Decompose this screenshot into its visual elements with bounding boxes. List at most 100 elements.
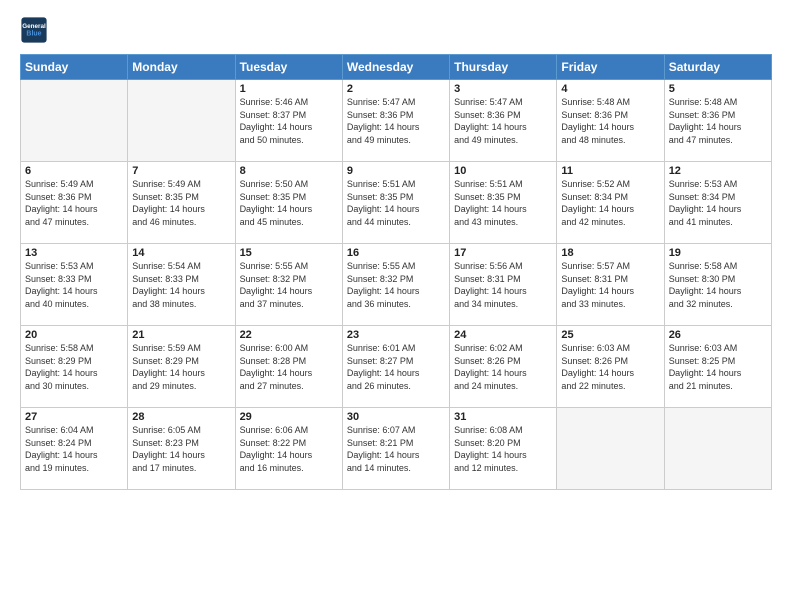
day-info: Sunrise: 5:51 AM Sunset: 8:35 PM Dayligh… (454, 178, 552, 228)
calendar-cell: 23Sunrise: 6:01 AM Sunset: 8:27 PM Dayli… (342, 326, 449, 408)
day-info: Sunrise: 6:06 AM Sunset: 8:22 PM Dayligh… (240, 424, 338, 474)
logo: General Blue (20, 16, 52, 44)
svg-text:Blue: Blue (26, 31, 41, 38)
calendar-cell (557, 408, 664, 490)
calendar-cell: 3Sunrise: 5:47 AM Sunset: 8:36 PM Daylig… (450, 80, 557, 162)
day-info: Sunrise: 6:03 AM Sunset: 8:26 PM Dayligh… (561, 342, 659, 392)
day-number: 12 (669, 165, 767, 177)
calendar-cell: 28Sunrise: 6:05 AM Sunset: 8:23 PM Dayli… (128, 408, 235, 490)
day-number: 16 (347, 247, 445, 259)
day-number: 5 (669, 83, 767, 95)
day-info: Sunrise: 5:58 AM Sunset: 8:29 PM Dayligh… (25, 342, 123, 392)
day-number: 23 (347, 329, 445, 341)
calendar-cell: 21Sunrise: 5:59 AM Sunset: 8:29 PM Dayli… (128, 326, 235, 408)
day-info: Sunrise: 5:52 AM Sunset: 8:34 PM Dayligh… (561, 178, 659, 228)
day-info: Sunrise: 6:05 AM Sunset: 8:23 PM Dayligh… (132, 424, 230, 474)
day-info: Sunrise: 5:51 AM Sunset: 8:35 PM Dayligh… (347, 178, 445, 228)
logo-icon: General Blue (20, 16, 48, 44)
day-info: Sunrise: 5:57 AM Sunset: 8:31 PM Dayligh… (561, 260, 659, 310)
day-info: Sunrise: 6:08 AM Sunset: 8:20 PM Dayligh… (454, 424, 552, 474)
calendar-cell (21, 80, 128, 162)
calendar-cell: 27Sunrise: 6:04 AM Sunset: 8:24 PM Dayli… (21, 408, 128, 490)
calendar-week-row: 20Sunrise: 5:58 AM Sunset: 8:29 PM Dayli… (21, 326, 772, 408)
calendar-cell: 25Sunrise: 6:03 AM Sunset: 8:26 PM Dayli… (557, 326, 664, 408)
calendar-cell: 4Sunrise: 5:48 AM Sunset: 8:36 PM Daylig… (557, 80, 664, 162)
day-number: 22 (240, 329, 338, 341)
day-info: Sunrise: 6:04 AM Sunset: 8:24 PM Dayligh… (25, 424, 123, 474)
calendar-cell: 15Sunrise: 5:55 AM Sunset: 8:32 PM Dayli… (235, 244, 342, 326)
day-number: 1 (240, 83, 338, 95)
day-number: 9 (347, 165, 445, 177)
calendar: SundayMondayTuesdayWednesdayThursdayFrid… (20, 54, 772, 490)
day-number: 8 (240, 165, 338, 177)
day-number: 18 (561, 247, 659, 259)
calendar-cell: 5Sunrise: 5:48 AM Sunset: 8:36 PM Daylig… (664, 80, 771, 162)
day-info: Sunrise: 5:48 AM Sunset: 8:36 PM Dayligh… (561, 96, 659, 146)
day-of-week-header: Saturday (664, 55, 771, 80)
day-number: 28 (132, 411, 230, 423)
day-info: Sunrise: 5:54 AM Sunset: 8:33 PM Dayligh… (132, 260, 230, 310)
day-number: 10 (454, 165, 552, 177)
calendar-cell: 13Sunrise: 5:53 AM Sunset: 8:33 PM Dayli… (21, 244, 128, 326)
day-number: 24 (454, 329, 552, 341)
calendar-cell: 22Sunrise: 6:00 AM Sunset: 8:28 PM Dayli… (235, 326, 342, 408)
day-info: Sunrise: 6:01 AM Sunset: 8:27 PM Dayligh… (347, 342, 445, 392)
day-of-week-header: Sunday (21, 55, 128, 80)
calendar-week-row: 1Sunrise: 5:46 AM Sunset: 8:37 PM Daylig… (21, 80, 772, 162)
day-info: Sunrise: 5:55 AM Sunset: 8:32 PM Dayligh… (347, 260, 445, 310)
header: General Blue (20, 16, 772, 44)
day-number: 27 (25, 411, 123, 423)
day-number: 19 (669, 247, 767, 259)
calendar-cell: 12Sunrise: 5:53 AM Sunset: 8:34 PM Dayli… (664, 162, 771, 244)
calendar-cell: 24Sunrise: 6:02 AM Sunset: 8:26 PM Dayli… (450, 326, 557, 408)
calendar-cell: 1Sunrise: 5:46 AM Sunset: 8:37 PM Daylig… (235, 80, 342, 162)
calendar-cell (128, 80, 235, 162)
calendar-cell: 7Sunrise: 5:49 AM Sunset: 8:35 PM Daylig… (128, 162, 235, 244)
calendar-cell: 10Sunrise: 5:51 AM Sunset: 8:35 PM Dayli… (450, 162, 557, 244)
calendar-cell: 16Sunrise: 5:55 AM Sunset: 8:32 PM Dayli… (342, 244, 449, 326)
day-info: Sunrise: 5:49 AM Sunset: 8:36 PM Dayligh… (25, 178, 123, 228)
calendar-cell: 29Sunrise: 6:06 AM Sunset: 8:22 PM Dayli… (235, 408, 342, 490)
day-info: Sunrise: 5:53 AM Sunset: 8:33 PM Dayligh… (25, 260, 123, 310)
calendar-cell: 6Sunrise: 5:49 AM Sunset: 8:36 PM Daylig… (21, 162, 128, 244)
day-number: 21 (132, 329, 230, 341)
day-number: 11 (561, 165, 659, 177)
day-info: Sunrise: 6:03 AM Sunset: 8:25 PM Dayligh… (669, 342, 767, 392)
calendar-cell: 19Sunrise: 5:58 AM Sunset: 8:30 PM Dayli… (664, 244, 771, 326)
day-of-week-header: Friday (557, 55, 664, 80)
day-of-week-header: Wednesday (342, 55, 449, 80)
calendar-cell: 18Sunrise: 5:57 AM Sunset: 8:31 PM Dayli… (557, 244, 664, 326)
calendar-cell: 9Sunrise: 5:51 AM Sunset: 8:35 PM Daylig… (342, 162, 449, 244)
day-number: 14 (132, 247, 230, 259)
calendar-cell: 20Sunrise: 5:58 AM Sunset: 8:29 PM Dayli… (21, 326, 128, 408)
day-number: 17 (454, 247, 552, 259)
calendar-cell: 26Sunrise: 6:03 AM Sunset: 8:25 PM Dayli… (664, 326, 771, 408)
day-info: Sunrise: 6:00 AM Sunset: 8:28 PM Dayligh… (240, 342, 338, 392)
day-number: 4 (561, 83, 659, 95)
day-info: Sunrise: 5:47 AM Sunset: 8:36 PM Dayligh… (454, 96, 552, 146)
calendar-cell: 31Sunrise: 6:08 AM Sunset: 8:20 PM Dayli… (450, 408, 557, 490)
calendar-week-row: 6Sunrise: 5:49 AM Sunset: 8:36 PM Daylig… (21, 162, 772, 244)
calendar-cell: 8Sunrise: 5:50 AM Sunset: 8:35 PM Daylig… (235, 162, 342, 244)
calendar-cell: 2Sunrise: 5:47 AM Sunset: 8:36 PM Daylig… (342, 80, 449, 162)
day-info: Sunrise: 5:56 AM Sunset: 8:31 PM Dayligh… (454, 260, 552, 310)
day-number: 15 (240, 247, 338, 259)
day-info: Sunrise: 6:07 AM Sunset: 8:21 PM Dayligh… (347, 424, 445, 474)
day-of-week-header: Monday (128, 55, 235, 80)
day-info: Sunrise: 6:02 AM Sunset: 8:26 PM Dayligh… (454, 342, 552, 392)
day-of-week-header: Tuesday (235, 55, 342, 80)
day-info: Sunrise: 5:46 AM Sunset: 8:37 PM Dayligh… (240, 96, 338, 146)
day-number: 25 (561, 329, 659, 341)
day-info: Sunrise: 5:59 AM Sunset: 8:29 PM Dayligh… (132, 342, 230, 392)
day-info: Sunrise: 5:53 AM Sunset: 8:34 PM Dayligh… (669, 178, 767, 228)
calendar-cell (664, 408, 771, 490)
svg-text:General: General (22, 23, 46, 30)
day-number: 26 (669, 329, 767, 341)
day-number: 20 (25, 329, 123, 341)
calendar-cell: 17Sunrise: 5:56 AM Sunset: 8:31 PM Dayli… (450, 244, 557, 326)
calendar-cell: 14Sunrise: 5:54 AM Sunset: 8:33 PM Dayli… (128, 244, 235, 326)
day-of-week-header: Thursday (450, 55, 557, 80)
day-info: Sunrise: 5:55 AM Sunset: 8:32 PM Dayligh… (240, 260, 338, 310)
calendar-cell: 30Sunrise: 6:07 AM Sunset: 8:21 PM Dayli… (342, 408, 449, 490)
day-number: 6 (25, 165, 123, 177)
